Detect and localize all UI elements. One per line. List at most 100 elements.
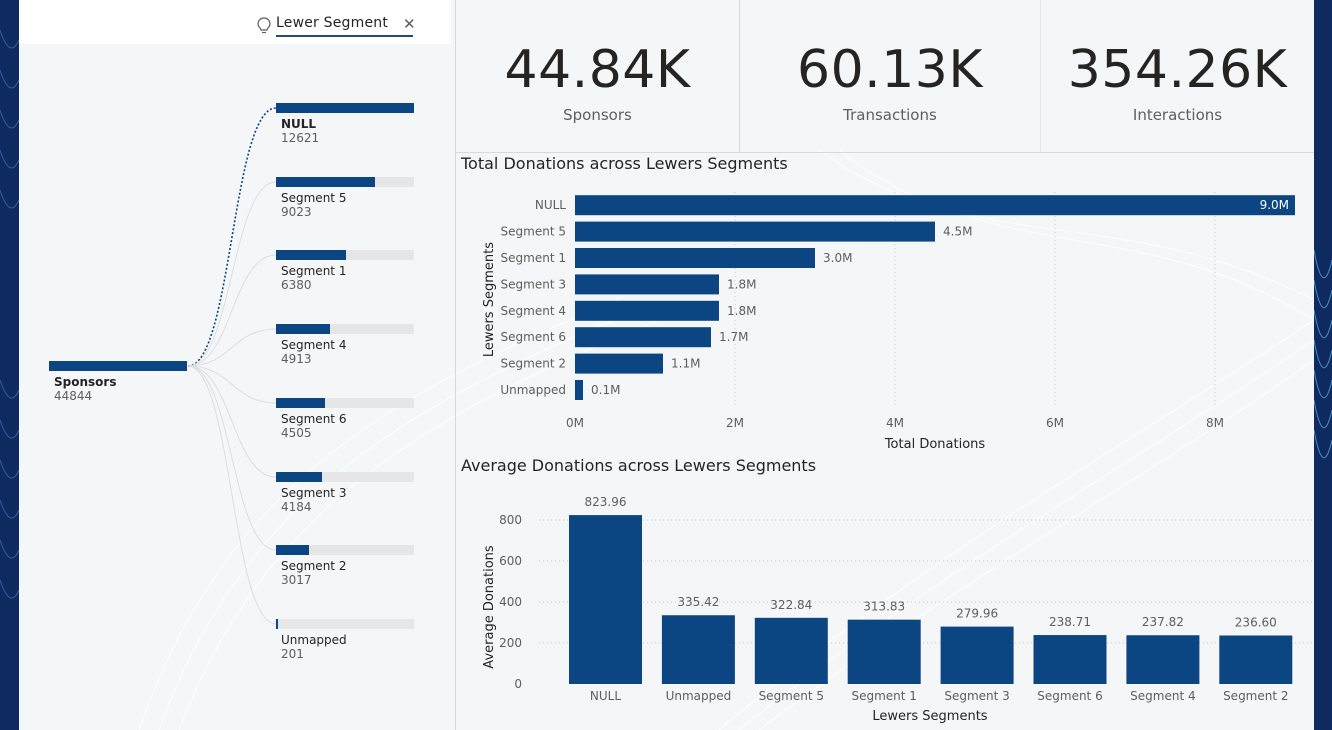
y-axis-title: Lewers Segments — [482, 242, 497, 357]
data-label: 238.71 — [1049, 615, 1091, 629]
x-tick-label: Segment 5 — [759, 689, 824, 703]
bar[interactable] — [575, 380, 583, 400]
tree-root-bar — [49, 361, 187, 371]
bar[interactable] — [575, 300, 719, 321]
tree-node-name: Segment 5 — [281, 191, 347, 205]
chart-title-total-donations: Total Donations across Lewers Segments — [461, 154, 788, 173]
bar[interactable] — [575, 195, 1295, 216]
x-tick-label: Segment 2 — [1223, 689, 1288, 703]
data-label: 1.7M — [719, 330, 748, 344]
data-label: 3.0M — [823, 251, 852, 265]
tree-node-name: Segment 6 — [281, 412, 347, 426]
left-decor-strip — [0, 0, 19, 730]
report-canvas: Lewer Segment ✕ Sponsors 44844 NULL 12621… — [19, 0, 1314, 730]
tree-connector — [187, 365, 277, 551]
tree-connector — [187, 365, 277, 625]
data-label: 1.8M — [727, 277, 756, 291]
bar[interactable] — [754, 617, 828, 684]
bar[interactable] — [575, 221, 935, 242]
left-wave-pattern — [0, 29, 19, 599]
tree-node-value: 3017 — [281, 573, 312, 587]
y-tick-label: 200 — [499, 636, 522, 650]
kpi-label: Interactions — [1132, 106, 1223, 124]
data-label: 236.60 — [1235, 615, 1277, 629]
right-wave-pattern — [1314, 249, 1332, 459]
tree-node-value: 12621 — [281, 131, 320, 145]
tree-node-value: 4913 — [281, 352, 312, 366]
y-tick-label: Segment 3 — [501, 277, 566, 291]
kpi-card-transactions: 60.13K Transactions — [740, 0, 1040, 152]
kpi-value: 60.13K — [797, 40, 983, 100]
x-axis-title: Total Donations — [884, 437, 986, 452]
x-tick-label: 0M — [566, 416, 584, 430]
total-donations-bar-chart[interactable]: NULL 9.0M Segment 5 4.5M Segment 1 3.0M Segmen… — [456, 176, 1314, 454]
bar[interactable] — [847, 619, 921, 684]
kpi-bottom-border — [456, 152, 1314, 153]
kpi-label: Sponsors — [563, 106, 632, 124]
tree-node-value: 4184 — [281, 500, 312, 514]
tree-node-bar — [276, 472, 322, 482]
data-label: 823.96 — [585, 495, 627, 509]
bar[interactable] — [1033, 635, 1107, 684]
x-tick-label: 8M — [1206, 416, 1224, 430]
kpi-card-interactions: 354.26K Interactions — [1041, 0, 1314, 152]
bar[interactable] — [661, 615, 735, 684]
tree-node-name: Segment 4 — [281, 338, 347, 352]
tree-node-bar — [276, 545, 309, 555]
x-tick-label: Segment 3 — [944, 689, 1009, 703]
x-axis-title: Lewers Segments — [872, 709, 987, 724]
tree-node-name: NULL — [281, 117, 317, 131]
data-label: 9.0M — [1260, 198, 1289, 212]
data-label: 4.5M — [943, 225, 972, 239]
chart-title-average-donations: Average Donations across Lewers Segments — [461, 456, 817, 475]
y-tick-label: 400 — [499, 595, 522, 609]
tree-node-bar — [276, 177, 375, 187]
tree-root-name: Sponsors — [54, 375, 117, 389]
bar[interactable] — [575, 248, 815, 268]
bar[interactable] — [575, 274, 719, 295]
data-label: 313.83 — [863, 600, 905, 614]
tree-connector-selected — [187, 107, 277, 367]
tree-node-value: 9023 — [281, 205, 312, 219]
data-label: 237.82 — [1142, 615, 1184, 629]
right-decor-strip — [1314, 0, 1332, 730]
bar[interactable] — [575, 327, 711, 348]
tree-node-track — [276, 619, 414, 629]
tree-node-bar — [276, 103, 414, 113]
y-tick-label: Segment 4 — [501, 304, 566, 318]
y-tick-label: NULL — [535, 198, 566, 212]
y-tick-label: Segment 2 — [501, 357, 566, 371]
x-tick-label: Segment 6 — [1037, 689, 1102, 703]
average-donations-column-chart[interactable]: 0 200 400 600 800 823.96 NULL 335.42 Unmapped 322… — [456, 480, 1314, 730]
bar[interactable] — [940, 626, 1014, 684]
tree-node-name: Segment 2 — [281, 559, 347, 573]
tree-node-bar — [276, 398, 326, 408]
kpi-card-sponsors: 44.84K Sponsors — [456, 0, 739, 152]
data-label: 279.96 — [956, 607, 998, 621]
x-tick-label: Unmapped — [666, 689, 732, 703]
bar[interactable] — [1126, 635, 1200, 684]
tree-node-value: 6380 — [281, 278, 312, 292]
y-tick-label: Segment 6 — [501, 330, 566, 344]
kpi-label: Transactions — [843, 106, 937, 124]
tree-node-bar — [276, 250, 346, 260]
data-label: 1.1M — [671, 357, 700, 371]
y-tick-label: Unmapped — [500, 383, 566, 397]
y-tick-label: Segment 1 — [501, 251, 566, 265]
y-tick-label: Segment 5 — [501, 225, 566, 239]
tree-connector — [187, 328, 277, 367]
tree-node-value: 201 — [281, 647, 304, 661]
kpi-value: 44.84K — [504, 40, 691, 100]
bar[interactable] — [569, 515, 642, 684]
x-tick-label: 4M — [886, 416, 904, 430]
x-tick-label: Segment 4 — [1130, 689, 1195, 703]
data-label: 322.84 — [770, 598, 812, 612]
tree-node-name: Unmapped — [281, 633, 347, 647]
y-tick-label: 600 — [499, 554, 522, 568]
bar[interactable] — [1219, 635, 1293, 684]
x-tick-label: NULL — [590, 689, 621, 703]
y-tick-label: 800 — [499, 513, 522, 527]
bar[interactable] — [575, 353, 663, 374]
tree-node-name: Segment 3 — [281, 486, 347, 500]
y-tick-label: 0 — [514, 677, 522, 691]
